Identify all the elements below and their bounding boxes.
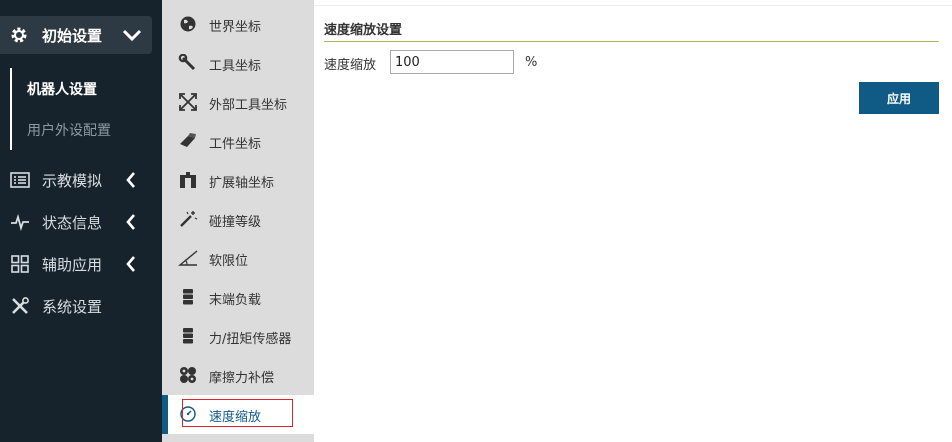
main-sidebar: 初始设置 机器人设置 用户外设配置 示教模拟 状态信息 辅助应用 系统设置 [0,0,162,442]
content-panel: 速度缩放设置 速度缩放 % 应用 [314,0,952,442]
menu-item-external-tool-coordinates[interactable]: 外部工具坐标 [162,83,314,122]
chevron-left-icon [126,172,135,188]
chevron-left-icon [126,256,135,272]
menu-item-label: 世界坐标 [209,20,262,35]
grid-icon [11,255,29,273]
menu-item-friction-compensation[interactable]: 摩擦力补偿 [162,356,314,395]
percent-unit: % [525,55,538,70]
speed-scaling-input[interactable] [390,50,514,74]
magic-wand-icon [180,211,198,227]
menu-item-collision-level[interactable]: 碰撞等级 [162,200,314,239]
settings-menu: 世界坐标 工具坐标 外部工具坐标 工件坐标 扩展轴坐标 碰撞等级 软限位 末端负… [162,0,314,442]
menu-item-world-coordinates[interactable]: 世界坐标 [162,5,314,44]
server-icon [183,328,193,344]
tools-icon [12,297,29,314]
wrench-icon [178,54,196,71]
cogs-icon [180,367,196,383]
panel-title: 速度缩放设置 [324,23,403,38]
nav-auxiliary-apps-label: 辅助应用 [42,256,103,274]
menu-item-tool-coordinates[interactable]: 工具坐标 [162,44,314,83]
selection-highlight [182,399,293,427]
nav-teach-simulation-label: 示教模拟 [42,172,103,190]
menu-item-label: 工件坐标 [209,137,262,152]
apply-button[interactable]: 应用 [859,82,939,114]
nav-status-info-label: 状态信息 [42,214,103,232]
menu-item-label: 软限位 [209,254,249,269]
nav-initial-settings[interactable]: 初始设置 [0,16,152,54]
nav-initial-settings-label: 初始设置 [42,27,103,45]
list-icon [10,172,30,188]
chevron-down-icon [122,29,142,42]
sidebar-item-peripheral-config[interactable]: 用户外设配置 [27,120,111,140]
menu-item-extended-axis-coordinates[interactable]: 扩展轴坐标 [162,161,314,200]
menu-item-label: 力/扭矩传感器 [209,332,292,347]
axis-icon [180,172,196,188]
nav-status-info[interactable]: 状态信息 [0,207,162,237]
server-icon [183,289,193,305]
menu-item-label: 扩展轴坐标 [209,176,275,191]
angle-icon [178,250,198,266]
menu-item-soft-limit[interactable]: 软限位 [162,239,314,278]
sidebar-item-robot-settings[interactable]: 机器人设置 [27,79,97,99]
expand-arrows-icon [179,93,197,111]
menu-item-label: 外部工具坐标 [209,98,288,113]
title-divider [324,41,939,42]
chevron-left-icon [126,214,135,230]
nav-teach-simulation[interactable]: 示教模拟 [0,165,162,195]
menu-item-label: 末端负载 [209,293,262,308]
menu-item-end-load[interactable]: 末端负载 [162,278,314,317]
menu-item-force-torque-sensor[interactable]: 力/扭矩传感器 [162,317,314,356]
menu-item-label: 摩擦力补偿 [209,371,275,386]
globe-icon [180,16,196,32]
submenu-indicator [10,68,12,150]
eraser-icon [180,133,196,147]
pulse-icon [11,213,29,231]
nav-system-settings[interactable]: 系统设置 [0,291,162,321]
speed-scaling-label: 速度缩放 [324,58,377,73]
menu-item-label: 工具坐标 [209,59,262,74]
active-indicator [162,395,168,434]
nav-system-settings-label: 系统设置 [42,298,103,316]
menu-item-workpiece-coordinates[interactable]: 工件坐标 [162,122,314,161]
divider [314,5,952,6]
menu-item-label: 碰撞等级 [209,215,262,230]
nav-auxiliary-apps[interactable]: 辅助应用 [0,249,162,279]
gear-icon [11,27,27,43]
